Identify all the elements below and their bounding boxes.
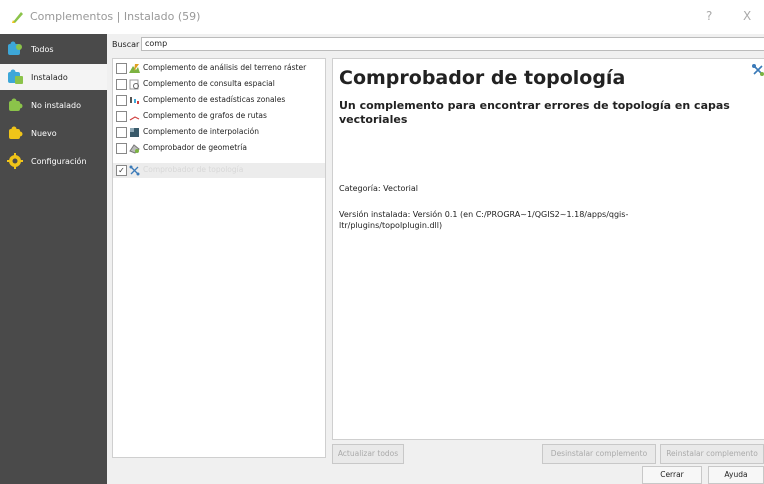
plugin-name: Complemento de estadísticas zonales	[143, 95, 286, 104]
title-bar: Complementos | Instalado (59) ? X	[0, 0, 764, 34]
geometry-icon	[129, 144, 140, 154]
puzzle-not-installed-icon	[9, 98, 23, 111]
sidebar-item-todos[interactable]: Todos	[0, 36, 107, 62]
topology-icon	[129, 165, 140, 176]
sidebar-item-no-instalado[interactable]: No instalado	[0, 92, 107, 118]
query-icon	[129, 79, 139, 90]
gear-icon	[7, 153, 23, 169]
plugin-list-item[interactable]: Comprobador de geometría	[113, 141, 325, 156]
plugin-list-item[interactable]: Complemento de estadísticas zonales	[113, 93, 325, 108]
plugin-name: Complemento de grafos de rutas	[143, 111, 267, 120]
plugin-checkbox[interactable]	[116, 95, 127, 106]
sidebar-item-label: Configuración	[31, 157, 87, 166]
plugin-list-item[interactable]: Complemento de grafos de rutas	[113, 109, 325, 124]
close-button[interactable]: Cerrar	[642, 466, 702, 484]
sidebar-item-label: Instalado	[31, 73, 68, 82]
window-title: Complementos | Instalado (59)	[30, 10, 201, 23]
plugin-name: Comprobador de geometría	[143, 143, 247, 152]
topology-icon	[752, 64, 764, 76]
plugin-name: Complemento de análisis del terreno rást…	[143, 63, 307, 72]
sidebar: Todos Instalado No instalado Nuevo Confi…	[0, 34, 107, 484]
terrain-icon	[129, 64, 140, 73]
plugin-list-item[interactable]: Complemento de interpolación	[113, 125, 325, 140]
puzzle-new-icon	[9, 126, 23, 139]
plugin-checkbox-checked[interactable]: ✓	[116, 165, 127, 176]
plugin-name: Comprobador de topología	[143, 165, 244, 174]
close-window-button[interactable]: X	[743, 9, 751, 23]
plugin-checkbox[interactable]	[116, 143, 127, 154]
sidebar-item-label: Nuevo	[31, 129, 57, 138]
plugin-name: Complemento de interpolación	[143, 127, 259, 136]
route-icon	[129, 116, 140, 121]
help-title-button[interactable]: ?	[706, 9, 712, 23]
plugin-checkbox[interactable]	[116, 127, 127, 138]
qgis-plugin-icon	[12, 12, 23, 23]
search-input[interactable]: comp	[141, 37, 764, 51]
plugin-detail-pane: Comprobador de topología Un complemento …	[332, 58, 764, 440]
plugin-checkbox[interactable]	[116, 79, 127, 90]
search-label: Buscar	[112, 40, 140, 49]
stats-icon	[130, 97, 139, 104]
sidebar-item-label: No instalado	[31, 101, 82, 110]
plugin-list-item[interactable]: Complemento de análisis del terreno rást…	[113, 61, 325, 76]
sidebar-item-configuracion[interactable]: Configuración	[0, 148, 107, 174]
update-all-button[interactable]: Actualizar todos	[332, 444, 404, 464]
plugin-list-item[interactable]: Complemento de consulta espacial	[113, 77, 325, 92]
plugin-checkbox[interactable]	[116, 63, 127, 74]
plugin-title: Comprobador de topología	[339, 67, 626, 89]
reinstall-button[interactable]: Reinstalar complemento	[660, 444, 764, 464]
puzzle-installed-icon	[8, 69, 23, 84]
plugin-description: Un complemento para encontrar errores de…	[339, 99, 730, 126]
plugin-list: Complemento de análisis del terreno rást…	[112, 58, 326, 458]
sidebar-item-label: Todos	[31, 45, 54, 54]
plugin-list-item-selected[interactable]: ✓ Comprobador de topología	[113, 163, 325, 178]
plugin-name: Complemento de consulta espacial	[143, 79, 275, 88]
interpolation-icon	[130, 128, 139, 137]
puzzle-all-icon	[8, 41, 22, 55]
plugin-category: Categoría: Vectorial	[339, 184, 419, 193]
sidebar-item-instalado[interactable]: Instalado	[0, 64, 107, 90]
sidebar-item-nuevo[interactable]: Nuevo	[0, 120, 107, 146]
plugin-checkbox[interactable]	[116, 111, 127, 122]
plugin-version: Versión instalada: Versión 0.1 (en C:/PR…	[339, 210, 629, 230]
uninstall-button[interactable]: Desinstalar complemento	[542, 444, 656, 464]
help-button[interactable]: Ayuda	[708, 466, 764, 484]
